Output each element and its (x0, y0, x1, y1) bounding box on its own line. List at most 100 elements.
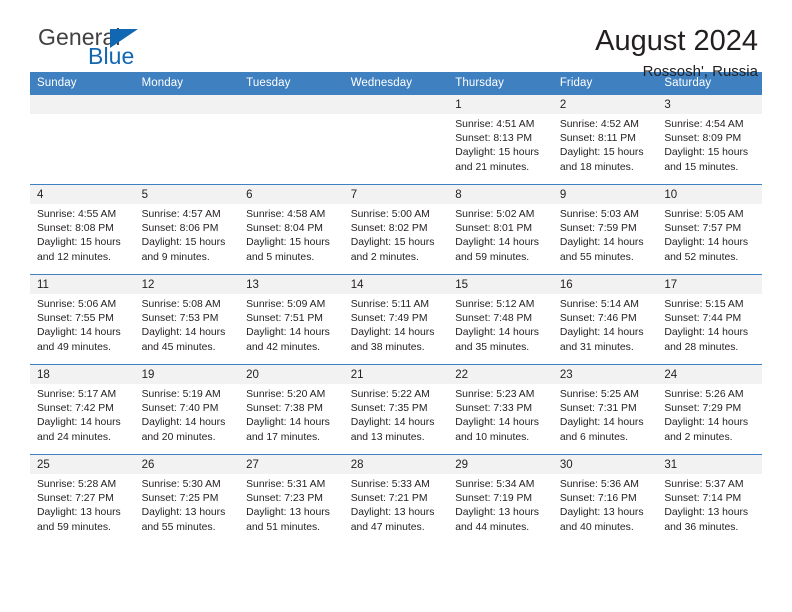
calendar-day-cell[interactable]: 9 Sunrise: 5:03 AM Sunset: 7:59 PM Daylight… (552, 184, 658, 275)
day-sun-info: Sunrise: 4:51 AM Sunset: 8:13 PM Daylight:… (448, 114, 553, 175)
day-sun-info-line: Daylight: 14 hours (559, 237, 644, 249)
day-sun-info-line: Daylight: 13 hours (350, 507, 435, 519)
calendar-day-cell[interactable]: 11 Sunrise: 5:06 AM Sunset: 7:55 PM Dayligh… (30, 274, 135, 365)
day-cell-content: 23 Sunrise: 5:25 AM Sunset: 7:31 PM Dayligh… (552, 365, 658, 454)
day-sun-info: Sunrise: 5:17 AM Sunset: 7:42 PM Daylight:… (30, 384, 135, 445)
calendar-page: General Blue August 2024 Rossosh', Russi… (0, 0, 792, 612)
day-sun-info-line: Sunset: 7:21 PM (350, 493, 428, 505)
day-sun-info-line: Sunrise: 5:23 AM (455, 389, 535, 400)
calendar-day-cell[interactable]: 30 Sunrise: 5:36 AM Sunset: 7:16 PM Dayligh… (552, 454, 658, 544)
day-sun-info: Sunrise: 5:37 AM Sunset: 7:14 PM Daylight:… (657, 474, 762, 535)
calendar-day-cell[interactable]: 10 Sunrise: 5:05 AM Sunset: 7:57 PM Dayligh… (657, 184, 762, 275)
calendar-day-cell[interactable]: 6 Sunrise: 4:58 AM Sunset: 8:04 PM Daylight… (239, 184, 344, 275)
calendar-day-cell[interactable]: 29 Sunrise: 5:34 AM Sunset: 7:19 PM Dayligh… (448, 454, 553, 544)
calendar-day-cell[interactable]: 21 Sunrise: 5:22 AM Sunset: 7:35 PM Dayligh… (343, 364, 449, 455)
day-sun-info-line: Daylight: 14 hours (37, 327, 121, 339)
day-sun-info-line: Sunrise: 5:37 AM (664, 479, 744, 490)
calendar-day-cell[interactable]: 3 Sunrise: 4:54 AM Sunset: 8:09 PM Daylight… (657, 94, 762, 185)
calendar-day-cell[interactable]: 31 Sunrise: 5:37 AM Sunset: 7:14 PM Dayligh… (657, 454, 762, 544)
day-sun-info-line: Sunset: 7:19 PM (455, 493, 533, 505)
calendar-day-cell[interactable]: 23 Sunrise: 5:25 AM Sunset: 7:31 PM Dayligh… (552, 364, 658, 455)
day-sun-info-line: Sunset: 8:06 PM (141, 223, 219, 235)
day-cell-content: 3 Sunrise: 4:54 AM Sunset: 8:09 PM Daylight… (657, 95, 762, 184)
calendar-day-cell[interactable]: 4 Sunrise: 4:55 AM Sunset: 8:08 PM Daylight… (30, 184, 135, 275)
day-sun-info-line: Sunrise: 5:31 AM (246, 479, 326, 490)
calendar-day-cell[interactable]: 26 Sunrise: 5:30 AM Sunset: 7:25 PM Dayligh… (134, 454, 240, 544)
day-sun-info-line: Daylight: 13 hours (141, 507, 226, 519)
day-sun-info: Sunrise: 5:25 AM Sunset: 7:31 PM Daylight:… (553, 384, 658, 445)
day-sun-info-line: Sunrise: 5:05 AM (664, 209, 744, 220)
calendar-day-cell[interactable]: 28 Sunrise: 5:33 AM Sunset: 7:21 PM Dayligh… (343, 454, 449, 544)
day-cell-content: 12 Sunrise: 5:08 AM Sunset: 7:53 PM Dayligh… (134, 275, 240, 364)
calendar-day-cell[interactable]: 8 Sunrise: 5:02 AM Sunset: 8:01 PM Daylight… (448, 184, 553, 275)
day-sun-info-line: Daylight: 14 hours (37, 417, 121, 429)
day-sun-info: Sunrise: 5:33 AM Sunset: 7:21 PM Daylight:… (344, 474, 449, 535)
day-cell-content: 18 Sunrise: 5:17 AM Sunset: 7:42 PM Dayligh… (30, 365, 135, 454)
day-sun-info-line: Daylight: 14 hours (350, 417, 435, 429)
calendar-day-cell[interactable]: 5 Sunrise: 4:57 AM Sunset: 8:06 PM Daylight… (134, 184, 240, 275)
calendar-day-cell[interactable]: 13 Sunrise: 5:09 AM Sunset: 7:51 PM Dayligh… (239, 274, 344, 365)
calendar-week-row: 1 Sunrise: 4:51 AM Sunset: 8:13 PM Daylight… (30, 94, 762, 185)
day-number: 22 (448, 365, 553, 384)
day-sun-info-line: Daylight: 14 hours (664, 417, 749, 429)
day-sun-info-line: Daylight: 15 hours (559, 147, 644, 159)
day-sun-info-line: Daylight: 13 hours (664, 507, 749, 519)
day-sun-info-line: Sunset: 8:08 PM (37, 223, 114, 235)
day-sun-info-line: Sunset: 7:33 PM (455, 403, 533, 415)
calendar-day-cell[interactable]: 7 Sunrise: 5:00 AM Sunset: 8:02 PM Daylight… (343, 184, 449, 275)
day-cell-content: 20 Sunrise: 5:20 AM Sunset: 7:38 PM Dayligh… (239, 365, 344, 454)
day-sun-info: Sunrise: 5:08 AM Sunset: 7:53 PM Daylight:… (135, 294, 240, 355)
day-sun-info-line: Sunset: 7:48 PM (455, 313, 533, 325)
day-sun-info: Sunrise: 5:12 AM Sunset: 7:48 PM Daylight:… (448, 294, 553, 355)
day-sun-info-line: Sunrise: 5:00 AM (350, 209, 430, 220)
day-sun-info-line: Sunset: 7:35 PM (350, 403, 428, 415)
day-number: 18 (30, 365, 135, 384)
calendar-day-cell[interactable]: 18 Sunrise: 5:17 AM Sunset: 7:42 PM Dayligh… (30, 364, 135, 455)
day-cell-content: 19 Sunrise: 5:19 AM Sunset: 7:40 PM Dayligh… (134, 365, 240, 454)
day-sun-info-line: Sunrise: 5:34 AM (455, 479, 535, 490)
calendar-day-cell[interactable]: 27 Sunrise: 5:31 AM Sunset: 7:23 PM Dayligh… (239, 454, 344, 544)
day-sun-info: Sunrise: 5:26 AM Sunset: 7:29 PM Daylight:… (657, 384, 762, 445)
day-cell-content: 15 Sunrise: 5:12 AM Sunset: 7:48 PM Dayligh… (448, 275, 553, 364)
day-sun-info-line: Sunrise: 5:25 AM (559, 389, 639, 400)
calendar-day-cell[interactable]: 22 Sunrise: 5:23 AM Sunset: 7:33 PM Dayligh… (448, 364, 553, 455)
day-number: 14 (343, 275, 449, 294)
calendar-day-cell[interactable]: 19 Sunrise: 5:19 AM Sunset: 7:40 PM Dayligh… (134, 364, 240, 455)
day-sun-info-line: Sunset: 7:40 PM (141, 403, 219, 415)
day-number (30, 95, 135, 114)
calendar-day-cell[interactable]: 14 Sunrise: 5:11 AM Sunset: 7:49 PM Dayligh… (343, 274, 449, 365)
day-sun-info-line: Daylight: 14 hours (455, 327, 539, 339)
day-number: 11 (30, 275, 135, 294)
calendar-table: Sunday Monday Tuesday Wednesday Thursday… (30, 72, 762, 544)
day-sun-info: Sunrise: 5:11 AM Sunset: 7:49 PM Daylight:… (344, 294, 449, 355)
day-cell-content (134, 95, 240, 184)
calendar-body: 1 Sunrise: 4:51 AM Sunset: 8:13 PM Daylight… (30, 94, 762, 544)
calendar-day-cell[interactable]: 15 Sunrise: 5:12 AM Sunset: 7:48 PM Dayligh… (448, 274, 553, 365)
calendar-day-cell[interactable]: 16 Sunrise: 5:14 AM Sunset: 7:46 PM Dayligh… (552, 274, 658, 365)
calendar-day-cell[interactable]: 20 Sunrise: 5:20 AM Sunset: 7:38 PM Dayligh… (239, 364, 344, 455)
day-sun-info-line: Daylight: 13 hours (455, 507, 539, 519)
day-cell-content: 8 Sunrise: 5:02 AM Sunset: 8:01 PM Daylight… (448, 185, 553, 274)
calendar-day-cell[interactable]: 2 Sunrise: 4:52 AM Sunset: 8:11 PM Daylight… (552, 94, 658, 185)
day-sun-info-line: Sunset: 7:42 PM (37, 403, 114, 415)
calendar-day-cell[interactable]: 1 Sunrise: 4:51 AM Sunset: 8:13 PM Daylight… (448, 94, 553, 185)
calendar-day-cell[interactable]: 25 Sunrise: 5:28 AM Sunset: 7:27 PM Dayligh… (30, 454, 135, 544)
day-sun-info-line: and 15 minutes. (664, 161, 739, 173)
day-sun-info-line: Sunset: 7:53 PM (141, 313, 219, 325)
day-number: 15 (448, 275, 553, 294)
brand-logo[interactable]: General Blue (30, 26, 230, 74)
day-sun-info: Sunrise: 5:20 AM Sunset: 7:38 PM Daylight:… (239, 384, 344, 445)
day-cell-content: 22 Sunrise: 5:23 AM Sunset: 7:33 PM Dayligh… (448, 365, 553, 454)
day-number: 26 (134, 455, 240, 474)
weekday-header-tuesday: Tuesday (239, 72, 344, 95)
day-sun-info-line: Sunset: 7:51 PM (246, 313, 323, 325)
calendar-day-cell[interactable]: 24 Sunrise: 5:26 AM Sunset: 7:29 PM Dayligh… (657, 364, 762, 455)
weekday-header-wednesday: Wednesday (343, 72, 449, 95)
day-number: 13 (239, 275, 344, 294)
day-number: 16 (552, 275, 658, 294)
calendar-day-cell[interactable]: 17 Sunrise: 5:15 AM Sunset: 7:44 PM Dayligh… (657, 274, 762, 365)
calendar-day-cell[interactable]: 12 Sunrise: 5:08 AM Sunset: 7:53 PM Dayligh… (134, 274, 240, 365)
day-number: 28 (343, 455, 449, 474)
day-number: 9 (552, 185, 658, 204)
day-sun-info-line: and 40 minutes. (559, 521, 634, 533)
